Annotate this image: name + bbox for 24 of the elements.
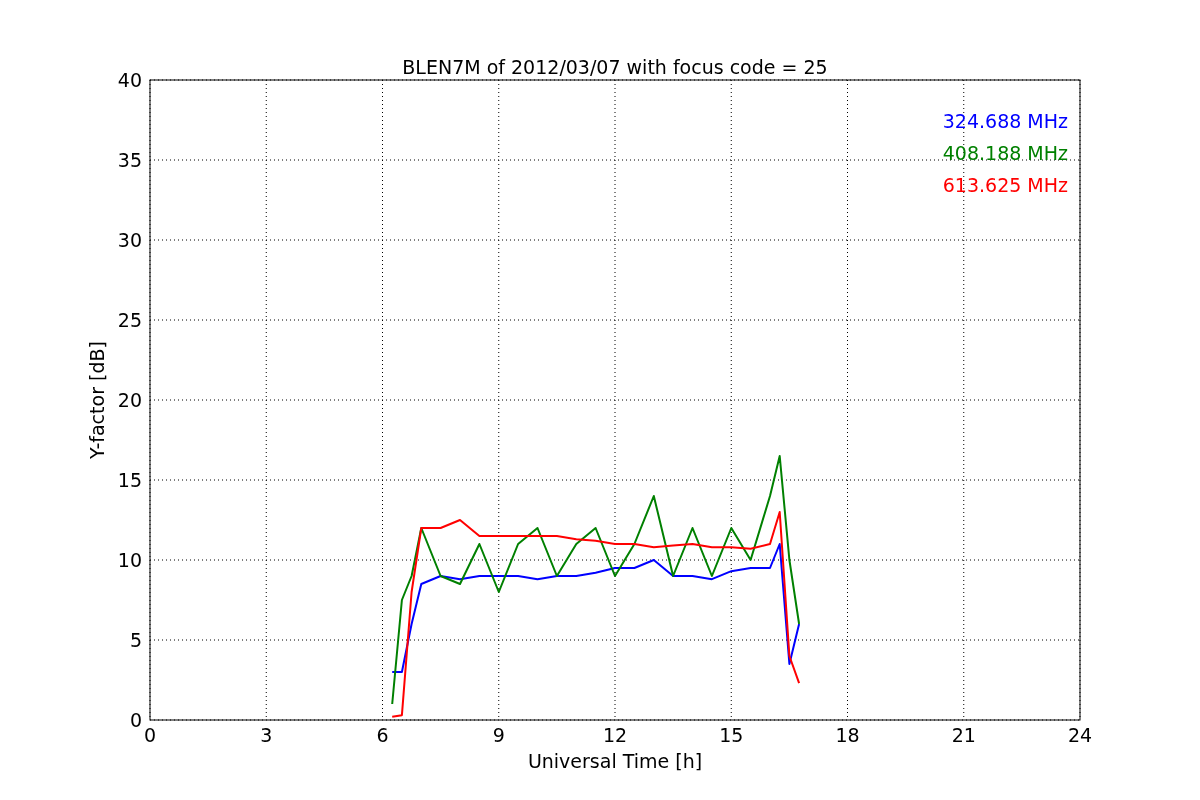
- y-tick-label: 0: [129, 709, 142, 731]
- y-tick-label: 10: [117, 549, 142, 571]
- legend-label: 408.188 MHz: [942, 142, 1068, 164]
- y-tick-label: 40: [117, 69, 142, 91]
- x-tick-label: 15: [719, 724, 744, 746]
- y-tick-label: 25: [117, 309, 142, 331]
- x-tick-label: 21: [951, 724, 976, 746]
- legend-label: 613.625 MHz: [942, 174, 1068, 196]
- chart-title: BLEN7M of 2012/03/07 with focus code = 25: [402, 56, 828, 78]
- legend-label: 324.688 MHz: [942, 110, 1068, 132]
- x-axis-label: Universal Time [h]: [527, 750, 703, 772]
- y-tick-label: 30: [117, 229, 142, 251]
- y-tick-label: 15: [117, 469, 142, 491]
- y-tick-label: 20: [117, 389, 142, 411]
- x-tick-label: 0: [143, 724, 157, 746]
- x-tick-label: 3: [260, 724, 273, 746]
- x-tick-label: 9: [492, 724, 505, 746]
- x-tick-label: 24: [1067, 724, 1093, 746]
- y-tick-label: 35: [117, 149, 142, 171]
- y-axis-label: Y-factor [dB]: [86, 341, 108, 459]
- x-tick-label: 12: [602, 724, 628, 746]
- y-tick-label: 5: [129, 629, 142, 651]
- x-tick-label: 18: [835, 724, 860, 746]
- x-tick-label: 6: [376, 724, 389, 746]
